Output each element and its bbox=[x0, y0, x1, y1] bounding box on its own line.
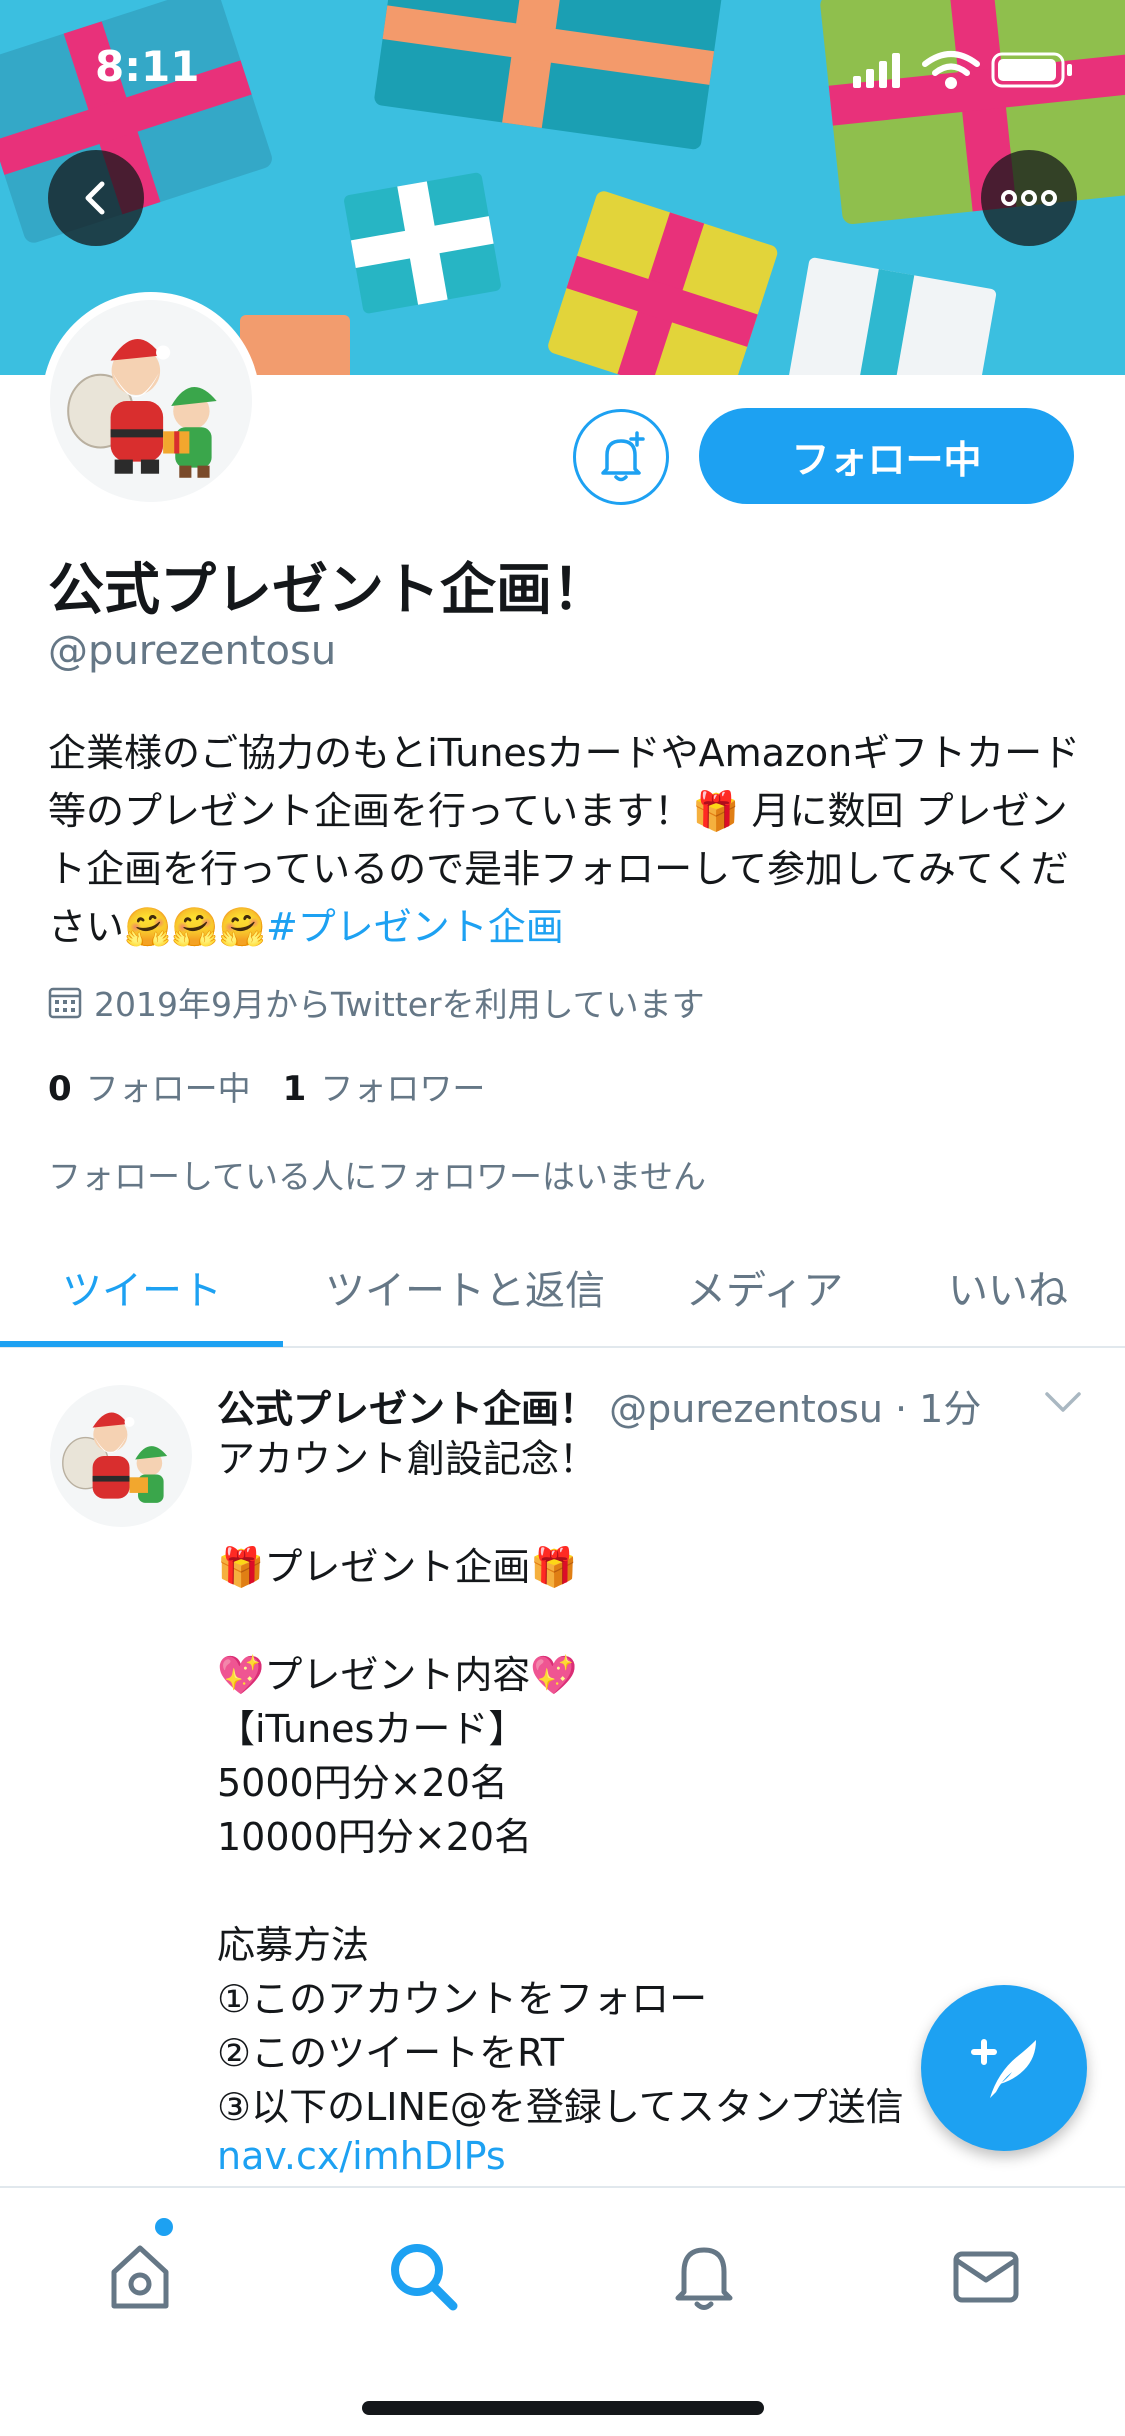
tweet-header: 公式プレゼント企画！ @purezentosu · 1分 bbox=[217, 1378, 981, 1433]
tab-tweets-and-replies[interactable]: ツイートと返信 bbox=[325, 1258, 605, 1316]
notifications-icon[interactable] bbox=[664, 2236, 744, 2316]
notification-bell-plus-icon bbox=[601, 431, 645, 482]
search-icon[interactable] bbox=[383, 2236, 463, 2316]
active-tab-indicator bbox=[0, 1341, 283, 1347]
following-label: フォロー中 bbox=[85, 1069, 251, 1108]
tab-likes[interactable]: いいね bbox=[948, 1258, 1068, 1316]
profile-handle: @purezentosu bbox=[48, 628, 337, 674]
followers-count: 1 bbox=[282, 1069, 307, 1109]
profile-tabs: ツイート ツイートと返信 メディア いいね bbox=[0, 1228, 1125, 1348]
bottom-navigation bbox=[0, 2186, 1125, 2436]
status-bar: 8:11 bbox=[0, 0, 1125, 140]
tweet-text: アカウント創設記念！ 🎁プレゼント企画🎁 💖プレゼント内容💖 【iTunesカー… bbox=[217, 1437, 904, 2129]
mutual-followers-note: フォローしている人にフォロワーはいません bbox=[48, 1157, 707, 1196]
home-indicator bbox=[362, 2401, 764, 2415]
profile-avatar[interactable] bbox=[42, 292, 260, 510]
bio-text: 企業様のご協力のもとiTunesカードやAmazonギフトカード等のプレゼント企… bbox=[48, 731, 1081, 949]
chevron-down-icon[interactable] bbox=[1043, 1390, 1083, 1414]
santa-and-elf-avatar-image bbox=[50, 1385, 192, 1527]
tweet-author-meta: @purezentosu · 1分 bbox=[609, 1387, 982, 1431]
status-icons bbox=[853, 51, 1072, 89]
joined-date: 2019年9月からTwitterを利用しています bbox=[48, 978, 705, 1026]
back-arrow-icon bbox=[85, 181, 105, 215]
back-button[interactable] bbox=[48, 150, 144, 246]
followers-link[interactable]: 1 フォロワー bbox=[283, 1062, 486, 1110]
following-count: 0 bbox=[48, 1069, 72, 1109]
compose-tweet-button[interactable] bbox=[921, 1985, 1087, 2151]
tweet-avatar[interactable] bbox=[50, 1385, 192, 1527]
messages-icon[interactable] bbox=[946, 2236, 1026, 2316]
wifi-icon bbox=[922, 51, 980, 89]
status-time: 8:11 bbox=[95, 42, 200, 91]
signal-icon bbox=[853, 53, 900, 88]
santa-and-elf-avatar-image bbox=[50, 300, 252, 502]
joined-text: 2019年9月からTwitterを利用しています bbox=[94, 985, 705, 1024]
tweet-author-name[interactable]: 公式プレゼント企画！ bbox=[217, 1387, 597, 1431]
following-link[interactable]: 0 フォロー中 bbox=[48, 1062, 251, 1110]
notification-bell-button[interactable] bbox=[573, 409, 669, 505]
home-icon[interactable] bbox=[100, 2236, 180, 2316]
more-dots-icon bbox=[1001, 190, 1057, 206]
profile-bio: 企業様のご協力のもとiTunesカードやAmazonギフトカード等のプレゼント企… bbox=[48, 724, 1088, 956]
more-options-button[interactable] bbox=[981, 150, 1077, 246]
following-button[interactable]: フォロー中 bbox=[699, 408, 1074, 504]
followers-label: フォロワー bbox=[320, 1069, 486, 1108]
battery-icon bbox=[991, 52, 1072, 88]
home-notification-dot bbox=[155, 2218, 173, 2236]
tweet-link[interactable]: nav.cx/imhDlPs bbox=[217, 2134, 506, 2178]
profile-display-name: 公式プレゼント企画！ bbox=[48, 558, 608, 623]
bio-hashtag-link[interactable]: #プレゼント企画 bbox=[266, 905, 564, 949]
calendar-icon bbox=[48, 987, 82, 1019]
tab-tweets[interactable]: ツイート bbox=[62, 1258, 222, 1316]
compose-tweet-icon bbox=[971, 2039, 1036, 2098]
tab-media[interactable]: メディア bbox=[686, 1258, 843, 1316]
follow-counts: 0 フォロー中 1 フォロワー bbox=[48, 1062, 485, 1110]
